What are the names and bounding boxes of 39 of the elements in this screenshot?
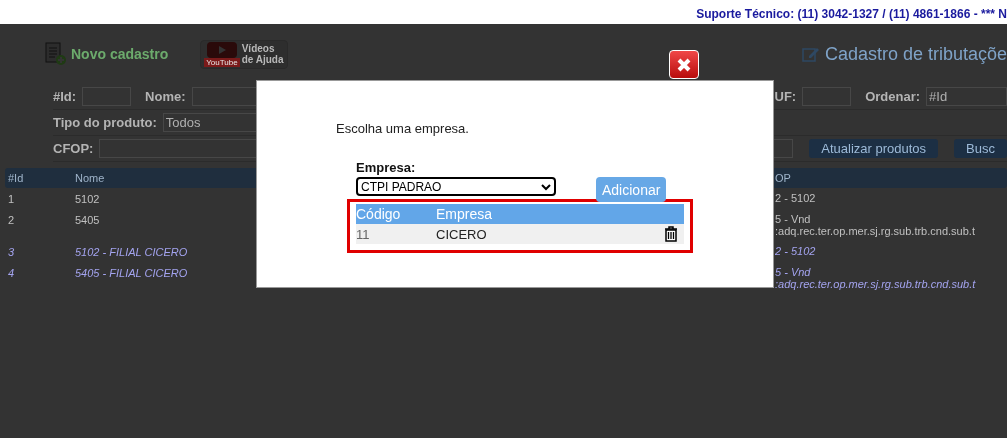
table-cell-text: 5 - Vnd: [775, 213, 812, 225]
chevron-down-icon: [541, 182, 551, 191]
filter-label: Ordenar:: [865, 89, 921, 104]
action-button[interactable]: Busc: [954, 139, 1007, 158]
table-cell: 2 - 5102: [775, 192, 816, 204]
close-button[interactable]: [669, 50, 699, 79]
page-title: Cadastro de tributaçõe: [801, 43, 1007, 65]
document-add-icon: [45, 42, 67, 66]
table-cell: :adq.rec.ter.op.mer.sj.rg.sub.trb.cnd.sub.t: [775, 278, 976, 290]
new-record-button[interactable]: Novo cadastro: [45, 42, 169, 66]
table-cell: 5102: [75, 193, 100, 205]
table-cell-text: 3: [7, 245, 16, 258]
close-icon: [676, 56, 692, 73]
action-button[interactable]: Atualizar produtos: [809, 139, 939, 158]
table-cell-text: 4: [7, 266, 16, 279]
table-cell-text: 5 - Vnd: [775, 266, 812, 278]
table-cell: :adq.rec.ter.op.mer.sj.rg.sub.trb.cnd.sub.t: [775, 225, 975, 237]
filter-label: CFOP:: [53, 141, 94, 156]
table-cell: 5405: [75, 214, 100, 226]
help-videos-button[interactable]: YouTube Vídeos de Ajuda: [200, 39, 288, 69]
filter-label: Tipo do produto:: [53, 115, 157, 130]
filter-label: #Id:: [53, 89, 77, 104]
table-header: Código Empresa: [356, 204, 684, 224]
table-cell-text: CICERO: [436, 226, 488, 242]
table-cell-text: 1: [7, 192, 16, 205]
filter-label: Nome:: [145, 89, 186, 104]
prompt-text: Escolha uma empresa.: [336, 121, 470, 136]
edit-icon: [801, 46, 820, 62]
play-icon: [206, 41, 237, 58]
table-cell: 5102 - FILIAL CICERO: [75, 246, 188, 258]
company-select[interactable]: CTPI PADRAO: [356, 177, 556, 196]
table-cell-text: 2: [7, 213, 16, 226]
table-cell-text: 11: [356, 226, 371, 242]
trash-icon[interactable]: [664, 226, 678, 242]
support-text: Suporte Técnico: (11) 3042-1327 / (11) 4861-1866 - *** N: [696, 6, 1007, 21]
table-cell: 2 - 5102: [775, 245, 816, 257]
filter-label: UF:: [774, 89, 797, 104]
table-cell: 5405 - FILIAL CICERO: [75, 267, 188, 279]
dropdown[interactable]: #Id: [926, 87, 1007, 106]
